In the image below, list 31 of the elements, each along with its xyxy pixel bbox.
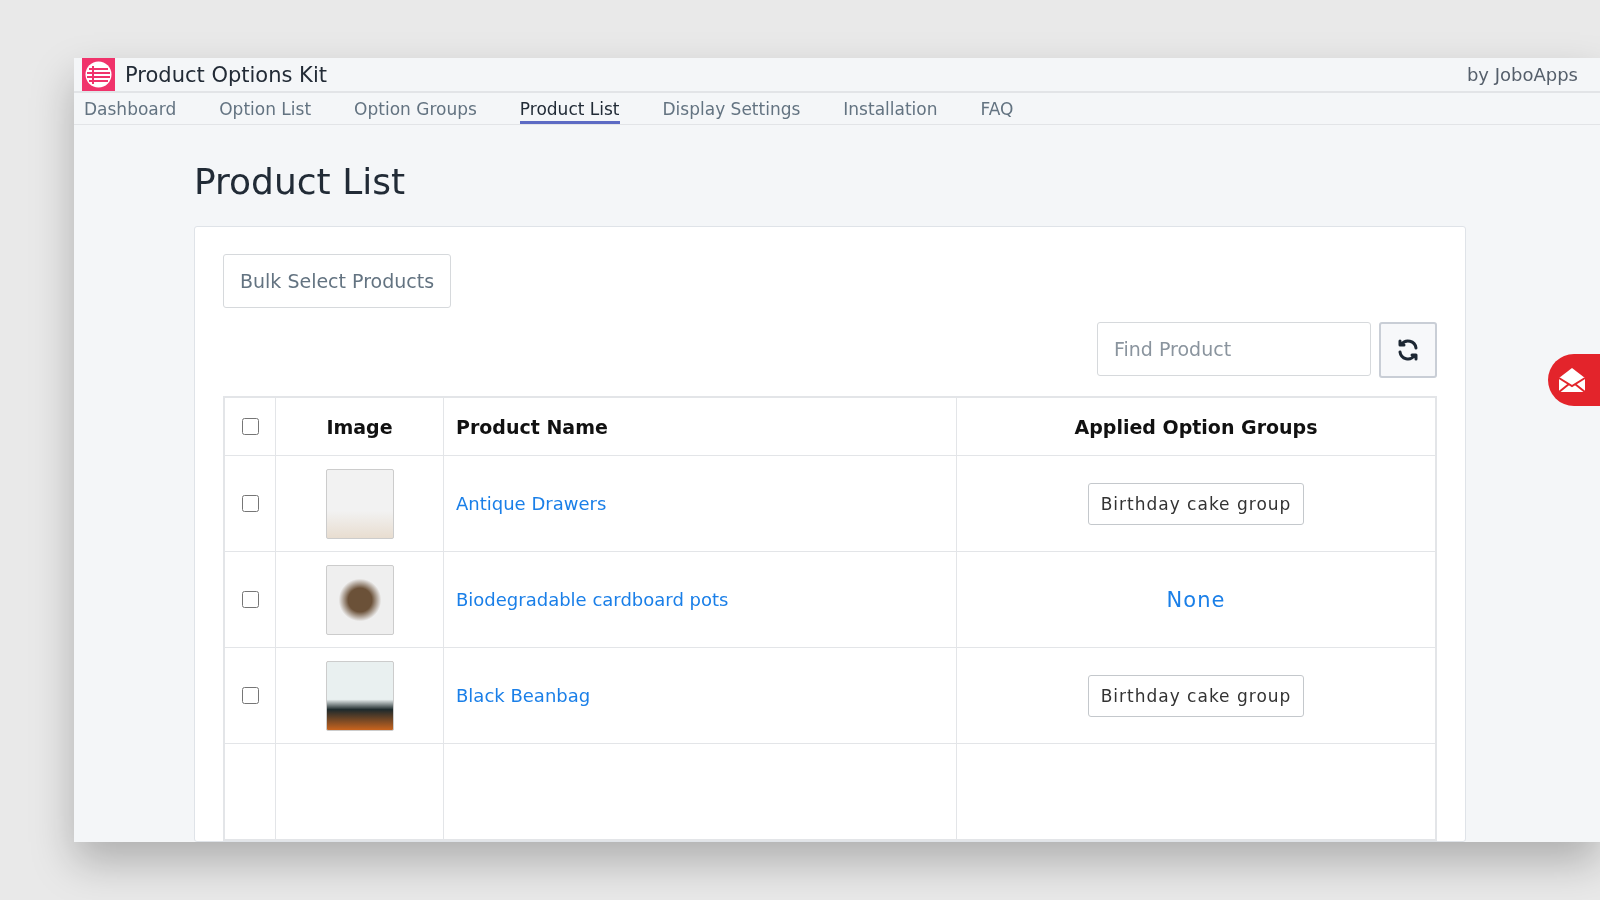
select-all-checkbox[interactable] <box>241 418 259 435</box>
photo-placeholder <box>325 468 394 539</box>
mail-button[interactable] <box>1548 354 1600 406</box>
page-title: Product List <box>194 161 407 202</box>
refresh-button[interactable] <box>1379 322 1437 378</box>
envelope-icon <box>1558 367 1586 393</box>
product-link[interactable]: Black Beanbag <box>456 685 591 706</box>
nav-tab[interactable]: Dashboard <box>84 96 177 124</box>
nav-tab[interactable]: Option Groups <box>354 96 477 124</box>
app-title: Product Options Kit <box>125 62 328 87</box>
nav-tab[interactable]: Product List <box>519 96 620 124</box>
product-link[interactable]: Biodegradable cardboard pots <box>456 589 729 610</box>
product-link[interactable]: Antique Drawers <box>456 493 607 514</box>
column-header: Product Name <box>443 397 957 456</box>
refresh-icon <box>1396 338 1420 362</box>
none-text: None <box>1166 587 1226 612</box>
search-field[interactable]: Find Product <box>1097 322 1371 376</box>
photo-placeholder <box>325 564 394 635</box>
column-header: Image <box>275 397 444 456</box>
option-group-tag: Birthday cake group <box>1087 674 1305 717</box>
vendor-label: by JoboApps <box>1466 64 1578 85</box>
bulk-select-button[interactable]: Bulk Select Products <box>223 254 452 308</box>
row-checkbox[interactable] <box>241 591 259 608</box>
nav-tab[interactable]: FAQ <box>980 96 1014 124</box>
option-group-tag: Birthday cake group <box>1087 482 1305 525</box>
row-checkbox[interactable] <box>241 495 259 512</box>
photo-placeholder <box>325 660 394 731</box>
nav-tab[interactable]: Display Settings <box>662 96 801 124</box>
nav-tab[interactable]: Option List <box>219 96 312 124</box>
row-checkbox[interactable] <box>241 687 259 704</box>
nav-tab[interactable]: Installation <box>843 96 938 124</box>
